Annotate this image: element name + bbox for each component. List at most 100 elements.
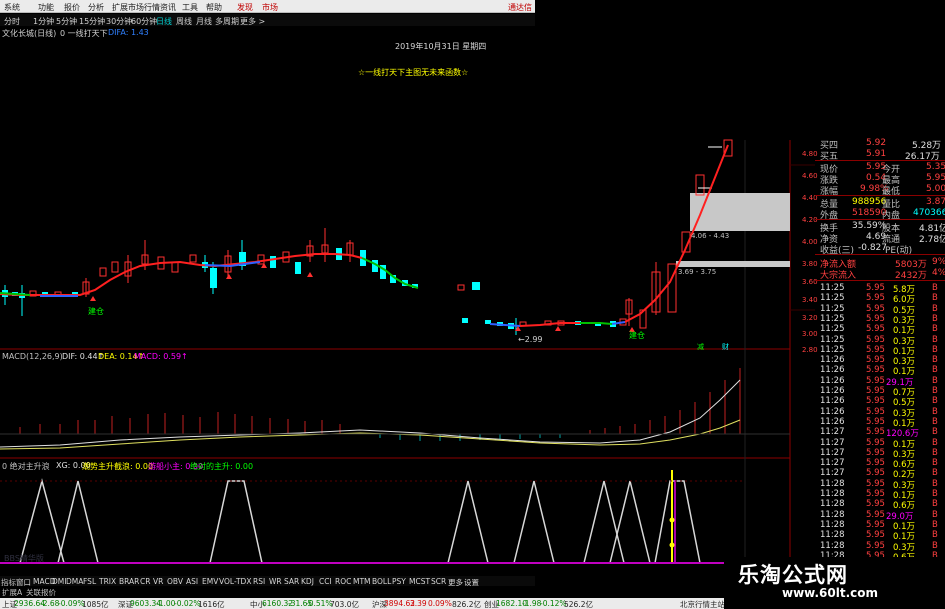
tick-time: 11:28 [820, 509, 845, 520]
tick-direction: B [932, 396, 938, 407]
indicator-tab[interactable]: 设置 [464, 577, 479, 588]
tick-time: 11:28 [820, 540, 845, 551]
tick-direction: B [932, 530, 938, 541]
indicator-tab[interactable]: BRAR [119, 577, 139, 586]
indicator-tab[interactable]: CCI [319, 577, 332, 586]
tick-price: 5.95 [866, 447, 885, 458]
tick-price: 5.95 [866, 375, 885, 386]
tick-time: 11:26 [820, 355, 845, 366]
indicator-tab[interactable]: SCR [431, 577, 446, 586]
indicator-tab[interactable]: VR [153, 577, 163, 586]
tick-price: 5.95 [866, 324, 885, 335]
status-index-pct: -0.51% [306, 599, 333, 608]
status-index-pct: -0.09% [58, 599, 85, 608]
tick-time: 11:25 [820, 324, 845, 335]
third-c: 绝对的主升: 0.00 [190, 462, 254, 471]
tick-price: 5.95 [866, 303, 885, 314]
tick-time: 11:28 [820, 519, 845, 530]
tick-time: 11:27 [820, 468, 845, 479]
tick-time: 11:25 [820, 283, 845, 293]
watermark: BBS精华版 [4, 554, 44, 563]
macd-value: MACD: 0.59↑ [134, 352, 188, 361]
indicator-tab[interactable]: SAR [284, 577, 299, 586]
indicator-tab[interactable]: MCST [409, 577, 430, 586]
logo-url: www.60lt.com [782, 586, 879, 600]
tick-direction: B [932, 355, 938, 366]
site-logo: 乐淘公式网 www.60lt.com [724, 557, 945, 609]
tick-price: 5.95 [866, 344, 885, 355]
tick-direction: B [932, 324, 938, 335]
tick-price: 5.95 [866, 334, 885, 345]
tick-price: 5.95 [866, 313, 885, 324]
signal-triangles [19, 478, 701, 564]
indicator-tab[interactable]: FSL [83, 577, 96, 586]
candles-left [2, 228, 480, 323]
indicator-tab[interactable]: RSI [253, 577, 265, 586]
tick-direction: B [932, 416, 938, 427]
indicator-tab[interactable]: CR [140, 577, 150, 586]
tick-time: 11:25 [820, 344, 845, 355]
tick-time: 11:25 [820, 313, 845, 324]
tick-time: 11:25 [820, 303, 845, 314]
box2-range: 3.69 - 3.75 [678, 268, 717, 276]
status-index-pct: 0.09% [428, 599, 452, 608]
support-box [676, 261, 790, 267]
tick-price: 5.95 [866, 489, 885, 499]
indicator-tab[interactable]: DMA [66, 577, 83, 586]
indicator-tab[interactable]: KDJ [301, 577, 314, 586]
status-index-pct: -0.02% [174, 599, 201, 608]
indicator-tab[interactable]: EMV [202, 577, 218, 586]
tick-direction: B [932, 293, 938, 304]
tick-time: 11:26 [820, 406, 845, 417]
tick-price: 5.95 [866, 365, 885, 376]
status-index-chg: -1.00 [156, 599, 176, 608]
tick-time: 11:27 [820, 427, 845, 438]
indicator-tabs: 指标 窗口 MACD DMI DMA FSL TRIX BRAR CR VR OBV ASI EMV VO… [0, 576, 535, 588]
ext-tab[interactable]: 扩展A [2, 587, 22, 598]
tick-price: 5.95 [866, 386, 885, 396]
tick-price: 5.95 [866, 427, 885, 438]
tick-direction: B [932, 365, 938, 376]
tick-direction: B [932, 334, 938, 345]
server-status[interactable]: 北京行情主站2 [680, 599, 730, 609]
chart-banner: ☆一线打天下主图无未来函数☆ [358, 68, 469, 77]
ext-tab[interactable]: 关联报价 [26, 587, 56, 598]
tick-price: 5.95 [866, 499, 885, 510]
tick-price: 5.95 [866, 416, 885, 427]
indicator-tab[interactable]: PSY [392, 577, 406, 586]
indicator-tab[interactable]: VOL-TDX [219, 577, 251, 586]
tick-direction: B [932, 489, 938, 499]
status-index-amt: 1085亿 [82, 600, 109, 609]
macd-histogram [19, 368, 741, 434]
third-a: 潮势主升截浪: 0.00 [82, 462, 154, 471]
indicator-tab[interactable]: 更多 [448, 577, 463, 588]
tick-price: 5.95 [866, 437, 885, 448]
indicator-tab[interactable]: ASI [186, 577, 198, 586]
indicator-tab[interactable]: OBV [167, 577, 183, 586]
app-window: 系统 功能 报价 分析 扩展市场行情 资讯 工具 帮助 发现 市场 通达信 分时… [0, 0, 945, 609]
tick-price: 5.95 [866, 396, 885, 407]
tick-time: 11:26 [820, 396, 845, 407]
tick-price: 5.95 [866, 283, 885, 293]
tick-direction: B [932, 519, 938, 530]
indicator-tab[interactable]: DMI [52, 577, 66, 586]
macd-title[interactable]: MACD(12,26,9) [2, 352, 63, 361]
tick-price: 5.95 [866, 406, 885, 417]
tick-direction: B [932, 458, 938, 469]
tick-time: 11:26 [820, 386, 845, 396]
indicator-tab[interactable]: ROC [335, 577, 351, 586]
tick-price: 5.95 [866, 509, 885, 520]
marker-1: 减 [697, 343, 704, 351]
indicator-tab[interactable]: TRIX [99, 577, 116, 586]
tick-direction: B [932, 540, 938, 551]
tick-price: 5.95 [866, 355, 885, 366]
third-title[interactable]: 0 绝对主升浪 [2, 461, 50, 472]
ext-tabs: 扩展A 关联报价 [0, 586, 120, 598]
indicator-tab[interactable]: WR [269, 577, 282, 586]
tick-direction: B [932, 303, 938, 314]
tick-time: 11:26 [820, 416, 845, 427]
indicator-tab[interactable]: BOLL [372, 577, 391, 586]
buy-label-2: 建仓 [629, 331, 645, 340]
indicator-tab[interactable]: MTM [353, 577, 371, 586]
kline-chart [0, 139, 815, 566]
